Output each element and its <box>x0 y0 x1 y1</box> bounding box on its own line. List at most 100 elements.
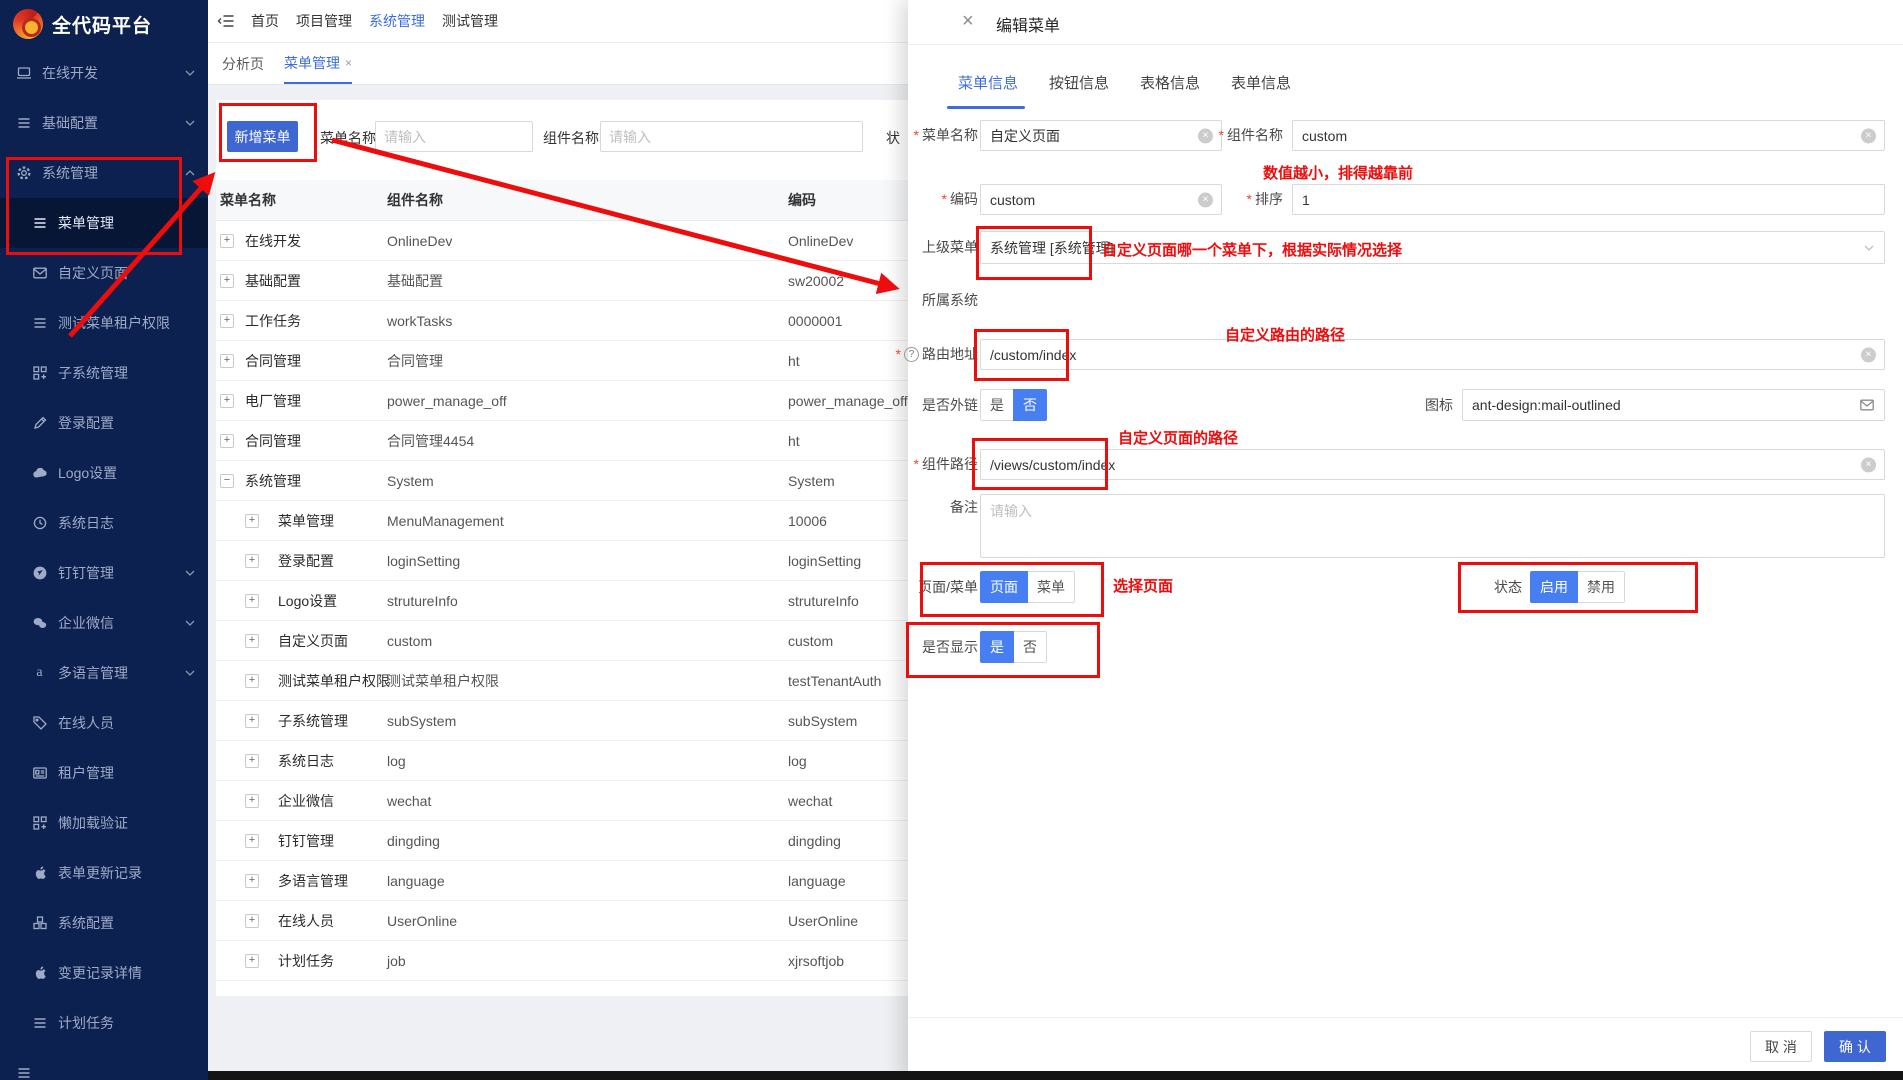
expand-icon[interactable]: + <box>220 274 234 288</box>
component-name-input[interactable]: custom × <box>1292 120 1885 151</box>
help-icon[interactable]: ? <box>904 347 919 362</box>
parent-menu-select[interactable]: 系统管理 [系统管理] <box>980 231 1885 264</box>
add-menu-button[interactable]: 新增菜单 <box>227 121 298 152</box>
sidebar-item[interactable]: 企业微信 <box>0 598 208 648</box>
app-title: 全代码平台 <box>52 11 152 38</box>
required-asterisk <box>914 127 919 143</box>
expand-icon[interactable]: + <box>245 554 259 568</box>
status-option[interactable]: 启用 <box>1530 571 1578 603</box>
visible-option[interactable]: 否 <box>1013 631 1047 663</box>
sidebar-item[interactable]: 钉钉管理 <box>0 548 208 598</box>
tab-items: 分析页菜单管理× <box>222 43 352 84</box>
drawer-tab[interactable]: 表单信息 <box>1231 62 1291 102</box>
sidebar-item[interactable]: 变更记录详情 <box>0 948 208 998</box>
sidebar-item-label: 租户管理 <box>58 763 114 783</box>
cell-component-name: wechat <box>387 781 431 821</box>
component-name-filter-input[interactable] <box>600 121 863 152</box>
expand-icon[interactable]: + <box>245 834 259 848</box>
page-tab[interactable]: 菜单管理× <box>284 43 352 84</box>
nav-item[interactable]: 测试管理 <box>438 11 502 31</box>
sort-input[interactable]: 1 <box>1292 184 1885 215</box>
expand-icon[interactable]: + <box>245 514 259 528</box>
clear-icon[interactable]: × <box>1861 128 1876 143</box>
menu-name-filter-input[interactable] <box>375 121 533 152</box>
menu-fold-icon[interactable] <box>217 13 235 29</box>
expand-icon[interactable]: + <box>220 354 234 368</box>
expand-icon[interactable]: + <box>245 914 259 928</box>
clear-icon[interactable]: × <box>1198 128 1213 143</box>
sidebar-item[interactable]: a多语言管理 <box>0 648 208 698</box>
column-header: 编码 <box>788 180 816 221</box>
sidebar-item[interactable] <box>0 1048 208 1080</box>
sidebar-item[interactable]: 系统日志 <box>0 498 208 548</box>
sidebar-item-label: 变更记录详情 <box>58 963 142 983</box>
remark-textarea[interactable] <box>980 494 1885 558</box>
component-path-input[interactable]: /views/custom/index × <box>980 449 1885 480</box>
expand-icon[interactable]: + <box>245 594 259 608</box>
expand-icon[interactable]: + <box>245 754 259 768</box>
status-option[interactable]: 禁用 <box>1577 571 1625 603</box>
page-tab[interactable]: 分析页 <box>222 43 264 84</box>
mail-icon <box>31 265 48 282</box>
route-input[interactable]: /custom/index × <box>980 339 1885 370</box>
nav-item[interactable]: 系统管理 <box>365 11 429 31</box>
external-option[interactable]: 是 <box>980 389 1014 421</box>
sidebar-item[interactable]: 在线人员 <box>0 698 208 748</box>
cancel-button[interactable]: 取 消 <box>1750 1031 1812 1062</box>
sidebar-item[interactable]: 菜单管理 <box>0 198 208 248</box>
menu-name-input[interactable]: 自定义页面 × <box>980 120 1222 151</box>
close-icon[interactable]: × <box>345 56 352 70</box>
mail-icon[interactable] <box>1859 397 1875 413</box>
expand-icon[interactable]: + <box>245 634 259 648</box>
drawer-tab[interactable]: 菜单信息 <box>958 62 1018 102</box>
expand-icon[interactable]: + <box>220 234 234 248</box>
sidebar-item[interactable]: 在线开发 <box>0 48 208 98</box>
cell-code: ht <box>788 341 800 381</box>
icon-input[interactable]: ant-design:mail-outlined <box>1462 389 1885 421</box>
confirm-button[interactable]: 确 认 <box>1824 1031 1886 1062</box>
sidebar-item[interactable]: 表单更新记录 <box>0 848 208 898</box>
sidebar-item[interactable]: 懒加载验证 <box>0 798 208 848</box>
expand-icon[interactable]: + <box>245 794 259 808</box>
code-input[interactable]: custom × <box>980 184 1222 215</box>
sidebar-item[interactable]: 系统管理 <box>0 148 208 198</box>
sidebar-item[interactable]: 计划任务 <box>0 998 208 1048</box>
expand-icon[interactable]: + <box>245 714 259 728</box>
sidebar-item[interactable]: 子系统管理 <box>0 348 208 398</box>
nav-item[interactable]: 项目管理 <box>292 11 356 31</box>
close-icon[interactable]: × <box>962 8 974 34</box>
sidebar-item[interactable]: Logo设置 <box>0 448 208 498</box>
external-option[interactable]: 否 <box>1013 389 1047 421</box>
drawer-tab[interactable]: 按钮信息 <box>1049 62 1109 102</box>
expand-icon[interactable]: + <box>245 674 259 688</box>
sidebar-item[interactable]: 测试菜单租户权限 <box>0 298 208 348</box>
cell-component-name: subSystem <box>387 701 456 741</box>
visible-option[interactable]: 是 <box>980 631 1014 663</box>
expand-icon[interactable]: + <box>245 954 259 968</box>
expand-icon[interactable]: + <box>220 394 234 408</box>
collapse-icon[interactable]: − <box>220 474 234 488</box>
field-label-menu-name: 菜单名称 <box>908 125 978 145</box>
page_or_menu-option[interactable]: 菜单 <box>1027 571 1075 603</box>
cell-menu-name: 合同管理 <box>245 421 301 461</box>
filter-label-component-name: 组件名称 <box>543 128 599 148</box>
clear-icon[interactable]: × <box>1861 457 1876 472</box>
sidebar-item[interactable]: 租户管理 <box>0 748 208 798</box>
page_or_menu-option[interactable]: 页面 <box>980 571 1028 603</box>
blocks-icon <box>31 915 48 932</box>
sidebar-item[interactable]: 基础配置 <box>0 98 208 148</box>
cell-code: 10006 <box>788 501 827 541</box>
sidebar-item[interactable]: 系统配置 <box>0 898 208 948</box>
tab-label: 分析页 <box>222 54 264 74</box>
expand-icon[interactable]: + <box>245 874 259 888</box>
clear-icon[interactable]: × <box>1198 192 1213 207</box>
sidebar-item[interactable]: 登录配置 <box>0 398 208 448</box>
cell-menu-name: 计划任务 <box>278 941 334 981</box>
clear-icon[interactable]: × <box>1861 347 1876 362</box>
nav-item[interactable]: 首页 <box>247 11 283 31</box>
expand-icon[interactable]: + <box>220 434 234 448</box>
drawer-tab[interactable]: 表格信息 <box>1140 62 1200 102</box>
sidebar-item-label: 在线人员 <box>58 713 114 733</box>
sidebar-item[interactable]: 自定义页面 <box>0 248 208 298</box>
expand-icon[interactable]: + <box>220 314 234 328</box>
